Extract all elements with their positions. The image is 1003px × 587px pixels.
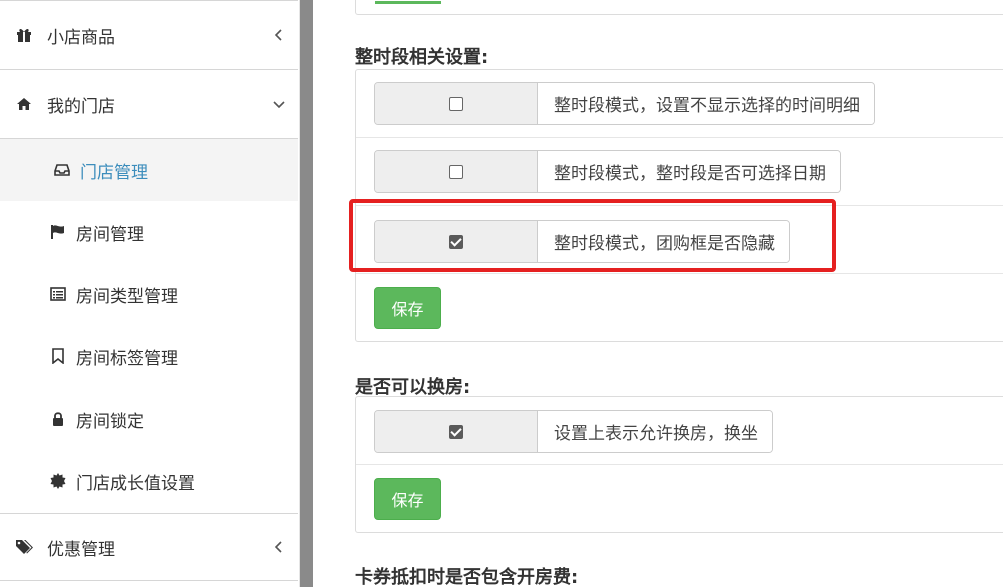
checkbox-addon[interactable] bbox=[375, 411, 538, 452]
sidebar-subitem-store-growth-settings[interactable]: 门店成长值设置 bbox=[0, 450, 298, 512]
checkbox-addon[interactable] bbox=[375, 151, 538, 192]
gift-icon bbox=[14, 25, 34, 45]
sidebar-subitem-label: 门店成长值设置 bbox=[76, 473, 195, 494]
previous-panel bbox=[355, 0, 1003, 15]
home-icon bbox=[14, 94, 34, 114]
checkbox-allow-room-change[interactable] bbox=[449, 424, 463, 439]
sidebar-subitem-store-management[interactable]: 门店管理 bbox=[0, 139, 298, 201]
option-input-group: 整时段模式，整时段是否可选择日期 bbox=[374, 150, 841, 193]
option-row: 设置上表示允许换房，换坐 bbox=[356, 397, 1003, 465]
checkbox-hide-time-detail[interactable] bbox=[449, 96, 463, 111]
panel-hourly-settings: 整时段模式，设置不显示选择的时间明细 整时段模式，整时段是否可选择日期 整时段模… bbox=[355, 69, 1003, 342]
option-description: 整时段模式，设置不显示选择的时间明细 bbox=[538, 83, 874, 124]
option-row: 整时段模式，团购框是否隐藏 bbox=[356, 206, 1003, 274]
sidebar-item-label: 我的门店 bbox=[47, 96, 115, 117]
option-description: 整时段模式，整时段是否可选择日期 bbox=[538, 151, 840, 192]
sidebar-item-label: 优惠管理 bbox=[47, 539, 115, 560]
checkbox-addon[interactable] bbox=[375, 221, 538, 262]
flag-icon bbox=[48, 222, 68, 242]
bookmark-icon bbox=[48, 346, 68, 366]
chevron-left-icon bbox=[272, 28, 286, 42]
checkbox-addon[interactable] bbox=[375, 83, 538, 124]
sidebar-item-label: 小店商品 bbox=[47, 27, 115, 48]
previous-save-button-edge[interactable] bbox=[375, 1, 441, 4]
chevron-down-icon bbox=[272, 97, 286, 111]
option-description: 设置上表示允许换房，换坐 bbox=[538, 411, 772, 452]
checkbox-hide-group-buy[interactable] bbox=[449, 234, 463, 249]
sidebar-subitem-label: 房间锁定 bbox=[76, 411, 144, 432]
scrollbar-thumb[interactable] bbox=[300, 0, 313, 587]
sidebar-subitem-label: 房间标签管理 bbox=[76, 348, 178, 369]
save-button-room-change[interactable]: 保存 bbox=[374, 478, 441, 520]
sidebar-subitem-room-tag-management[interactable]: 房间标签管理 bbox=[0, 325, 298, 387]
sidebar-subitem-room-management[interactable]: 房间管理 bbox=[0, 201, 298, 263]
save-button-hourly[interactable]: 保存 bbox=[374, 287, 441, 329]
sidebar-scrollbar[interactable] bbox=[300, 0, 313, 587]
main-content: 整时段相关设置: 整时段模式，设置不显示选择的时间明细 整时段模式，整时段是否可… bbox=[313, 0, 1003, 587]
sidebar: 小店商品 我的门店 门店管理 房间管理 房间类型管理 房间标签管理 房间锁定 门… bbox=[0, 0, 300, 587]
sidebar-subitem-room-type-management[interactable]: 房间类型管理 bbox=[0, 263, 298, 325]
certificate-icon bbox=[48, 471, 68, 491]
lock-icon bbox=[48, 409, 68, 429]
sidebar-subitem-label: 房间管理 bbox=[76, 224, 144, 245]
option-input-group: 整时段模式，团购框是否隐藏 bbox=[374, 220, 790, 263]
option-input-group: 设置上表示允许换房，换坐 bbox=[374, 410, 773, 453]
section-title-hourly: 整时段相关设置: bbox=[355, 47, 489, 68]
option-description: 整时段模式，团购框是否隐藏 bbox=[538, 221, 789, 262]
sidebar-subitem-room-lock[interactable]: 房间锁定 bbox=[0, 388, 298, 450]
chevron-left-icon bbox=[272, 540, 286, 554]
section-title-coupon: 卡券抵扣时是否包含开房费: bbox=[355, 567, 579, 587]
tags-icon bbox=[14, 537, 34, 557]
option-row: 整时段模式，整时段是否可选择日期 bbox=[356, 138, 1003, 206]
inbox-icon bbox=[52, 160, 72, 180]
checkbox-select-date[interactable] bbox=[449, 164, 463, 179]
sidebar-subitem-label: 门店管理 bbox=[80, 162, 148, 183]
sidebar-divider bbox=[0, 580, 298, 581]
panel-room-change: 设置上表示允许换房，换坐 保存 bbox=[355, 396, 1003, 533]
list-alt-icon bbox=[48, 284, 68, 304]
option-row: 整时段模式，设置不显示选择的时间明细 bbox=[356, 70, 1003, 138]
sidebar-item-shop-goods[interactable]: 小店商品 bbox=[0, 1, 298, 69]
option-input-group: 整时段模式，设置不显示选择的时间明细 bbox=[374, 82, 875, 125]
sidebar-item-discount-management[interactable]: 优惠管理 bbox=[0, 514, 298, 580]
sidebar-subitem-label: 房间类型管理 bbox=[76, 286, 178, 307]
sidebar-item-my-store[interactable]: 我的门店 bbox=[0, 70, 298, 138]
